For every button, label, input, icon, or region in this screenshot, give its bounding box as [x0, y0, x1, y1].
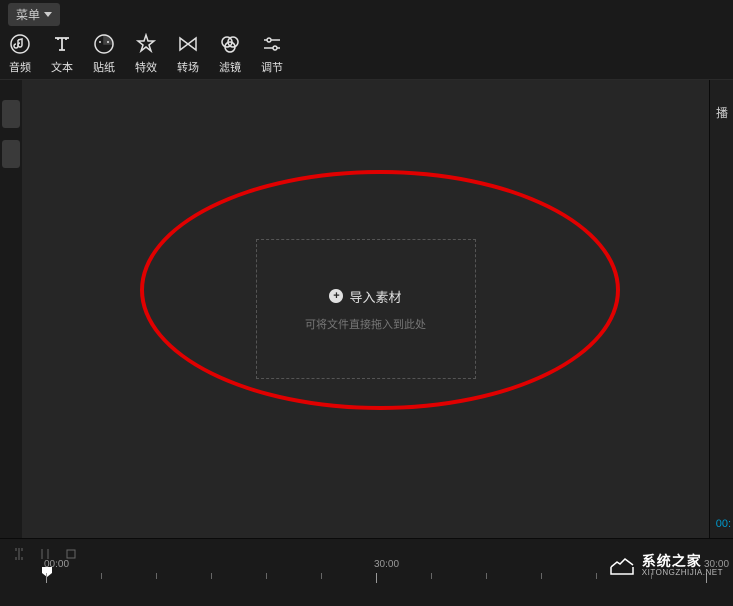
sticker-icon	[92, 32, 116, 56]
split-icon[interactable]	[12, 547, 26, 564]
tool-label: 音频	[9, 59, 31, 75]
sidebar	[0, 80, 22, 538]
watermark-url: XITONGZHIJIA.NET	[642, 569, 723, 578]
watermark-icon	[608, 555, 636, 577]
menu-label: 菜单	[16, 6, 40, 23]
plus-icon: +	[329, 289, 343, 303]
tool-transition[interactable]: 转场	[176, 32, 200, 75]
right-tab-label[interactable]: 播	[716, 104, 728, 121]
tool-label: 贴纸	[93, 59, 115, 75]
tool-label: 转场	[177, 59, 199, 75]
import-main: + 导入素材	[329, 287, 401, 306]
media-panel: + 导入素材 可将文件直接拖入到此处	[22, 80, 709, 538]
toolbar: 音频 文本 贴纸 特效 转场 滤镜 调节	[0, 28, 733, 80]
top-bar: 菜单	[0, 0, 733, 28]
menu-button[interactable]: 菜单	[8, 3, 60, 26]
sidebar-tab[interactable]	[2, 100, 20, 128]
sidebar-tab[interactable]	[2, 140, 20, 168]
tool-audio[interactable]: 音频	[8, 32, 32, 75]
main-area: + 导入素材 可将文件直接拖入到此处 播 00:	[0, 80, 733, 538]
watermark-text: 系统之家 XITONGZHIJIA.NET	[642, 554, 723, 578]
tool-effect[interactable]: 特效	[134, 32, 158, 75]
tool-sticker[interactable]: 贴纸	[92, 32, 116, 75]
watermark: 系统之家 XITONGZHIJIA.NET	[608, 554, 723, 578]
tick-label: 30:00	[374, 559, 399, 570]
right-panel: 播 00:	[709, 80, 733, 538]
watermark-title: 系统之家	[642, 554, 723, 569]
tool-label: 特效	[135, 59, 157, 75]
tool-label: 调节	[261, 59, 283, 75]
tool-adjust[interactable]: 调节	[260, 32, 284, 75]
import-dropzone[interactable]: + 导入素材 可将文件直接拖入到此处	[256, 239, 476, 379]
tool-label: 文本	[51, 59, 73, 75]
text-icon	[50, 32, 74, 56]
transition-icon	[176, 32, 200, 56]
chevron-down-icon	[44, 7, 52, 21]
import-title: 导入素材	[349, 287, 401, 306]
filter-icon	[218, 32, 242, 56]
audio-icon	[8, 32, 32, 56]
tool-text[interactable]: 文本	[50, 32, 74, 75]
effect-icon	[134, 32, 158, 56]
adjust-icon	[260, 32, 284, 56]
right-time: 00:	[716, 518, 731, 530]
tool-filter[interactable]: 滤镜	[218, 32, 242, 75]
import-hint: 可将文件直接拖入到此处	[305, 316, 426, 332]
tool-label: 滤镜	[219, 59, 241, 75]
tick-label: 00:00	[44, 559, 69, 570]
